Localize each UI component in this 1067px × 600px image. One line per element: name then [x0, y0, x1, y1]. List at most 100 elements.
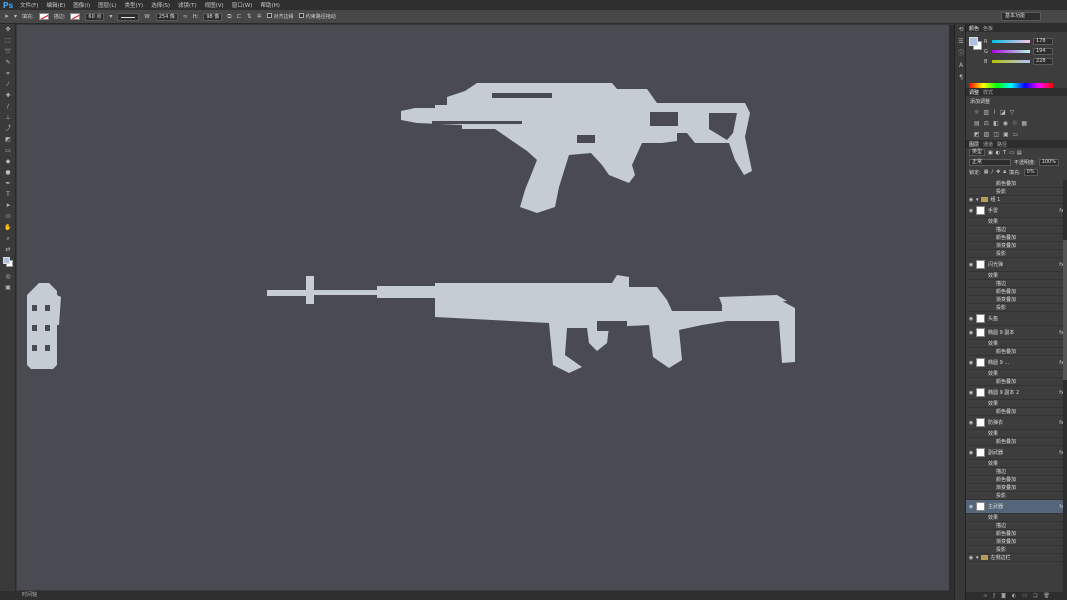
screen-mode-icon[interactable]: ▣: [0, 282, 16, 293]
healing-brush-tool-icon[interactable]: ✚: [0, 90, 16, 101]
layer-row[interactable]: ◉ 手雷 fx: [966, 204, 1067, 218]
effect-row[interactable]: 渐变叠加: [966, 484, 1067, 492]
stroke-type-select[interactable]: [117, 12, 140, 21]
red-value-field[interactable]: 178: [1033, 38, 1053, 45]
menu-image[interactable]: 图像(I): [69, 1, 94, 9]
effects-row[interactable]: 效果: [966, 514, 1067, 522]
lasso-tool-icon[interactable]: ➰: [0, 46, 16, 57]
filter-adjust-icon[interactable]: ◐: [996, 150, 1000, 156]
effect-row[interactable]: 投影: [966, 492, 1067, 500]
effect-row[interactable]: 颜色叠加: [966, 438, 1067, 446]
effect-row[interactable]: 颜色叠加: [966, 476, 1067, 484]
color-spectrum[interactable]: [969, 83, 1053, 88]
levels-icon[interactable]: ▥: [983, 109, 989, 116]
red-slider[interactable]: [992, 40, 1030, 43]
clone-stamp-tool-icon[interactable]: ⊥: [0, 112, 16, 123]
posterize-icon[interactable]: ▨: [984, 131, 990, 138]
filter-pixel-icon[interactable]: ▣: [988, 150, 993, 156]
filter-shape-icon[interactable]: ▭: [1009, 150, 1014, 156]
layer-row[interactable]: ◉ 椭圆 9 副本 2 fx: [966, 386, 1067, 400]
threshold-icon[interactable]: ◫: [993, 131, 999, 138]
menu-edit[interactable]: 编辑(E): [42, 1, 69, 9]
visibility-eye-icon[interactable]: ◉: [966, 197, 976, 203]
fx-icon[interactable]: ƒ: [993, 593, 995, 599]
new-group-icon[interactable]: ▭: [1022, 593, 1027, 599]
rifle-g36-shape[interactable]: [401, 83, 752, 213]
height-field[interactable]: 98 像: [203, 12, 223, 21]
effect-row[interactable]: 颜色叠加: [966, 348, 1067, 356]
chevron-down-icon[interactable]: ▾: [976, 555, 979, 561]
effects-row[interactable]: 效果: [966, 272, 1067, 280]
eraser-tool-icon[interactable]: ◩: [0, 134, 16, 145]
exposure-icon[interactable]: ◪: [1000, 109, 1006, 116]
fill-field[interactable]: 0%: [1023, 168, 1038, 176]
effect-row[interactable]: 颜色叠加: [966, 408, 1067, 416]
blur-tool-icon[interactable]: ◆: [0, 156, 16, 167]
path-select-tool-icon[interactable]: ➤: [4, 13, 9, 20]
blend-mode-select[interactable]: 正常: [969, 158, 1011, 166]
menu-help[interactable]: 帮助(H): [256, 1, 283, 9]
align-edges-checkbox[interactable]: 对齐边缘: [266, 13, 294, 20]
color-lookup-icon[interactable]: ▦: [1021, 120, 1027, 127]
shape-tool-icon[interactable]: ⬭: [0, 211, 16, 222]
effect-row[interactable]: 描边: [966, 468, 1067, 476]
menu-file[interactable]: 文件(F): [16, 1, 42, 9]
eyedropper-tool-icon[interactable]: ⁄: [0, 79, 16, 90]
effect-row[interactable]: 颜色叠加: [966, 288, 1067, 296]
effect-row[interactable]: 描边: [966, 226, 1067, 234]
path-operations-icon[interactable]: ⧉: [227, 13, 231, 21]
filter-smart-icon[interactable]: ▤: [1017, 150, 1022, 156]
effect-row[interactable]: 颜色叠加: [966, 378, 1067, 386]
layer-filter-select[interactable]: 类型: [969, 149, 986, 156]
grenade-shape[interactable]: [27, 283, 61, 369]
layer-row[interactable]: ◉ 闪光弹 fx: [966, 258, 1067, 272]
effect-row[interactable]: 渐变叠加: [966, 538, 1067, 546]
layer-row[interactable]: ◉ 防弹衣 fx: [966, 416, 1067, 430]
gear-icon[interactable]: ✲: [257, 13, 262, 20]
stroke-size-field[interactable]: 60 点: [85, 12, 105, 21]
effect-row[interactable]: 渐变叠加: [966, 242, 1067, 250]
color-swatches[interactable]: [0, 255, 16, 271]
color-balance-icon[interactable]: ⚖: [984, 120, 989, 127]
visibility-eye-icon[interactable]: ◉: [966, 262, 976, 268]
menu-select[interactable]: 选择(S): [147, 1, 174, 9]
mask-icon[interactable]: ◙: [1001, 593, 1006, 599]
visibility-eye-icon[interactable]: ◉: [966, 450, 976, 456]
green-slider[interactable]: [992, 50, 1030, 53]
layer-row[interactable]: ◉ 副武器 fx: [966, 446, 1067, 460]
trash-icon[interactable]: 🗑︎: [1044, 593, 1050, 599]
visibility-eye-icon[interactable]: ◉: [966, 316, 976, 322]
effects-row[interactable]: 效果: [966, 400, 1067, 408]
channel-mixer-icon[interactable]: ♲: [1012, 120, 1017, 127]
effect-row[interactable]: 投影: [966, 250, 1067, 258]
visibility-eye-icon[interactable]: ◉: [966, 208, 976, 214]
gradient-map-icon[interactable]: ▭: [1013, 131, 1019, 138]
document-canvas[interactable]: [17, 25, 949, 590]
tab-paths[interactable]: 路径: [997, 141, 1007, 148]
move-tool-icon[interactable]: ✥: [0, 24, 16, 35]
adjustment-layer-icon[interactable]: ◐: [1012, 593, 1016, 599]
quick-select-tool-icon[interactable]: ✎: [0, 57, 16, 68]
opacity-field[interactable]: 100%: [1038, 158, 1059, 166]
effect-row[interactable]: 描边: [966, 522, 1067, 530]
black-white-icon[interactable]: ◧: [993, 120, 999, 127]
selective-color-icon[interactable]: ▣: [1003, 131, 1009, 138]
brightness-icon[interactable]: ☼: [974, 109, 979, 116]
effect-row[interactable]: 颜色叠加: [966, 234, 1067, 242]
stroke-swatch[interactable]: [70, 13, 81, 20]
menu-view[interactable]: 视图(V): [201, 1, 228, 9]
layer-row[interactable]: ◉ 头盔: [966, 312, 1067, 326]
lock-transparent-icon[interactable]: ▦: [984, 169, 989, 175]
brush-tool-icon[interactable]: ∕: [0, 101, 16, 112]
layer-row[interactable]: ◉ 主武器 fx: [966, 500, 1067, 514]
curves-icon[interactable]: ⌇: [993, 109, 996, 116]
photo-filter-icon[interactable]: ◉: [1003, 120, 1008, 127]
lock-move-icon[interactable]: ✥: [996, 169, 1000, 175]
pen-tool-icon[interactable]: ✒: [0, 178, 16, 189]
green-value-field[interactable]: 194: [1033, 48, 1053, 55]
chevron-down-icon[interactable]: ▾: [14, 13, 17, 20]
layer-row[interactable]: ◉ 椭圆 9 副本 fx: [966, 326, 1067, 340]
constrain-path-checkbox[interactable]: 约束路径拖动: [298, 13, 336, 20]
effect-row[interactable]: 投影: [966, 546, 1067, 554]
effect-row[interactable]: 投影: [966, 188, 1067, 196]
